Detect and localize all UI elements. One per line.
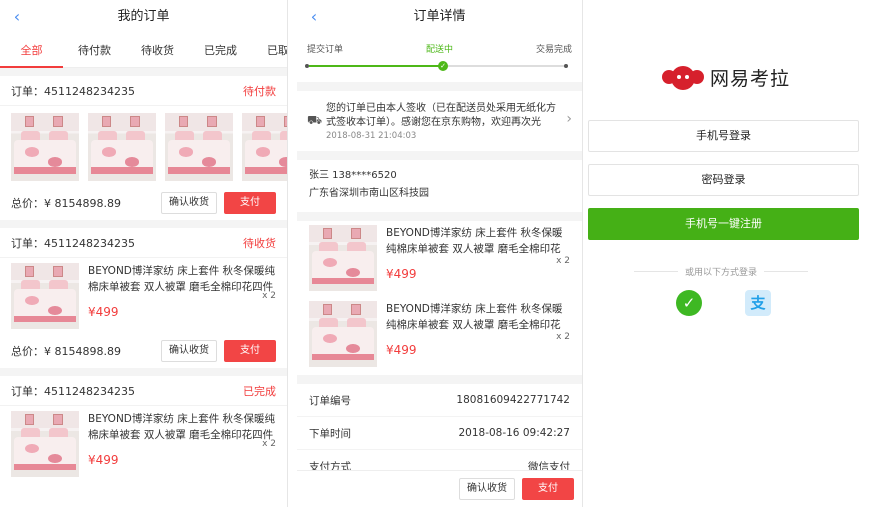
- logistics-time: 2018-08-31 21:04:03: [326, 130, 417, 141]
- order-id: 4511248234235: [44, 384, 135, 398]
- address-line: 广东省深圳市南山区科技园: [309, 188, 429, 199]
- confirm-receipt-button[interactable]: 确认收货: [161, 340, 217, 362]
- orders-panel: ‹ 我的订单 全部 待付款 待收货 已完成 已取消 订单：45112482342…: [0, 0, 288, 507]
- meta-value: 18081609422771742: [456, 394, 570, 406]
- tab-completed[interactable]: 已完成: [189, 34, 252, 67]
- order-total: 总价：¥ 8154898.89: [11, 345, 121, 358]
- order-card[interactable]: 订单：4511248234235 待收货 BEYOND博洋家纺 床上套件 秋冬保…: [0, 228, 287, 368]
- step-dot: [564, 64, 568, 68]
- product-image[interactable]: [11, 113, 79, 181]
- page-title: 我的订单: [117, 9, 170, 24]
- check-icon: ✓: [438, 61, 448, 71]
- order-footer: 总价：¥ 8154898.89 确认收货 支付: [0, 186, 287, 220]
- koala-logo-icon: [662, 65, 704, 90]
- order-id: 4511248234235: [44, 236, 135, 250]
- product-price: ¥499: [88, 305, 119, 319]
- step-completed: 交易完成: [535, 45, 572, 55]
- pay-button[interactable]: 支付: [224, 192, 276, 214]
- detail-action-bar: 确认收货 支付: [297, 470, 582, 507]
- shipping-address: 张三 138****6520 广东省深圳市南山区科技园: [297, 160, 582, 212]
- login-panel: 网易考拉 手机号登录 密码登录 手机号一键注册 或用以下方式登录 ✓ 支: [584, 0, 878, 507]
- pay-button[interactable]: 支付: [522, 478, 574, 500]
- product-image[interactable]: [11, 411, 79, 477]
- order-footer: 总价：¥ 8154898.89 确认收货 支付: [0, 334, 287, 368]
- product-image[interactable]: [11, 263, 79, 329]
- product-price: ¥499: [88, 453, 119, 467]
- order-meta: 订单编号 18081609422771742 下单时间 2018-08-16 0…: [297, 384, 582, 483]
- order-item[interactable]: BEYOND博洋家纺 床上套件 秋冬保暖纯棉床单被套 双人被罩 磨毛全棉印花四件…: [297, 297, 582, 373]
- truck-icon: ⛟: [307, 113, 323, 127]
- product-image[interactable]: [309, 225, 377, 291]
- product-price: ¥499: [386, 267, 417, 281]
- order-status: 待收货: [243, 236, 276, 250]
- back-icon[interactable]: ‹: [10, 0, 24, 34]
- product-name: BEYOND博洋家纺 床上套件 秋冬保暖纯棉床单被套 双人被罩 磨毛全棉印花四件…: [88, 413, 276, 441]
- meta-label: 订单编号: [309, 394, 351, 407]
- product-image[interactable]: [165, 113, 233, 181]
- product-image[interactable]: [88, 113, 156, 181]
- product-name: BEYOND博洋家纺 床上套件 秋冬保暖纯棉床单被套 双人被罩 磨毛全棉印花四件…: [88, 265, 276, 293]
- order-items: BEYOND博洋家纺 床上套件 秋冬保暖纯棉床单被套 双人被罩 磨毛全棉印花四件…: [297, 221, 582, 375]
- meta-value: 2018-08-16 09:42:27: [458, 427, 570, 439]
- order-item[interactable]: BEYOND博洋家纺 床上套件 秋冬保暖纯棉床单被套 双人被罩 磨毛全棉印花四件…: [0, 406, 287, 482]
- step-delivering: 配送中: [425, 45, 453, 55]
- order-header: 订单：4511248234235 待付款: [0, 76, 287, 106]
- tab-cancelled[interactable]: 已取消: [252, 34, 287, 67]
- alipay-icon[interactable]: 支: [745, 290, 771, 316]
- step-dot: [305, 64, 309, 68]
- order-tabs: 全部 待付款 待收货 已完成 已取消: [0, 34, 287, 68]
- step-submitted: 提交订单: [307, 45, 344, 55]
- order-time-row: 下单时间 2018-08-16 09:42:27: [297, 417, 582, 450]
- quick-register-button[interactable]: 手机号一键注册: [588, 208, 859, 240]
- confirm-receipt-button[interactable]: 确认收货: [161, 192, 217, 214]
- product-thumbnails[interactable]: [0, 106, 287, 186]
- brand-name: 网易考拉: [710, 68, 791, 90]
- order-total: 总价：¥ 8154898.89: [11, 197, 121, 210]
- detail-navbar: ‹ 订单详情: [297, 0, 582, 34]
- product-name: BEYOND博洋家纺 床上套件 秋冬保暖纯棉床单被套 双人被罩 磨毛全棉印花四件…: [386, 227, 563, 255]
- product-image[interactable]: [242, 113, 287, 181]
- tab-pending-payment[interactable]: 待付款: [63, 34, 126, 67]
- order-status: 已完成: [243, 384, 276, 398]
- chevron-right-icon[interactable]: ›: [566, 111, 572, 127]
- page-title: 订单详情: [413, 9, 466, 24]
- pay-button[interactable]: 支付: [224, 340, 276, 362]
- order-card[interactable]: 订单：4511248234235 待付款 总价：¥ 8154898.89 确认收…: [0, 76, 287, 220]
- product-image[interactable]: [309, 301, 377, 367]
- phone-login-button[interactable]: 手机号登录: [588, 120, 859, 152]
- order-card[interactable]: 订单：4511248234235 已完成 BEYOND博洋家纺 床上套件 秋冬保…: [0, 376, 287, 482]
- order-id-label: 订单：: [11, 384, 44, 398]
- product-price: ¥499: [386, 343, 417, 357]
- order-item[interactable]: BEYOND博洋家纺 床上套件 秋冬保暖纯棉床单被套 双人被罩 磨毛全棉印花四件…: [0, 258, 287, 334]
- receiver-info: 张三 138****6520: [309, 170, 397, 181]
- order-status: 待付款: [243, 84, 276, 98]
- tab-pending-receipt[interactable]: 待收货: [126, 34, 189, 67]
- order-number-row: 订单编号 18081609422771742: [297, 384, 582, 417]
- product-quantity: x 2: [556, 256, 570, 266]
- tab-all[interactable]: 全部: [0, 34, 63, 68]
- order-id-label: 订单：: [11, 84, 44, 98]
- wechat-icon[interactable]: ✓: [676, 290, 702, 316]
- other-login-divider: 或用以下方式登录: [634, 265, 808, 278]
- order-progress: 提交订单 配送中 交易完成 ✓: [297, 34, 582, 82]
- product-quantity: x 2: [262, 291, 276, 301]
- product-name: BEYOND博洋家纺 床上套件 秋冬保暖纯棉床单被套 双人被罩 磨毛全棉印花四件…: [386, 303, 563, 331]
- order-item[interactable]: BEYOND博洋家纺 床上套件 秋冬保暖纯棉床单被套 双人被罩 磨毛全棉印花四件…: [297, 221, 582, 297]
- order-header: 订单：4511248234235 待收货: [0, 228, 287, 258]
- back-icon[interactable]: ‹: [307, 0, 321, 34]
- logistics-message: 您的订单已由本人签收（已在配送员处采用无纸化方式签收本订单）。感谢您在京东购物，…: [326, 102, 556, 128]
- password-login-button[interactable]: 密码登录: [588, 164, 859, 196]
- order-detail-panel: ‹ 订单详情 提交订单 配送中 交易完成 ✓ ⛟ 您的订单已由本人签收（已在配送…: [297, 0, 583, 507]
- order-header: 订单：4511248234235 已完成: [0, 376, 287, 406]
- order-id: 4511248234235: [44, 84, 135, 98]
- brand-logo: 网易考拉: [662, 64, 790, 91]
- orders-navbar: ‹ 我的订单: [0, 0, 287, 34]
- order-id-label: 订单：: [11, 236, 44, 250]
- product-quantity: x 2: [556, 332, 570, 342]
- confirm-receipt-button[interactable]: 确认收货: [459, 478, 515, 500]
- product-quantity: x 2: [262, 439, 276, 449]
- meta-label: 下单时间: [309, 427, 351, 440]
- logistics-notice[interactable]: ⛟ 您的订单已由本人签收（已在配送员处采用无纸化方式签收本订单）。感谢您在京东购…: [297, 91, 582, 151]
